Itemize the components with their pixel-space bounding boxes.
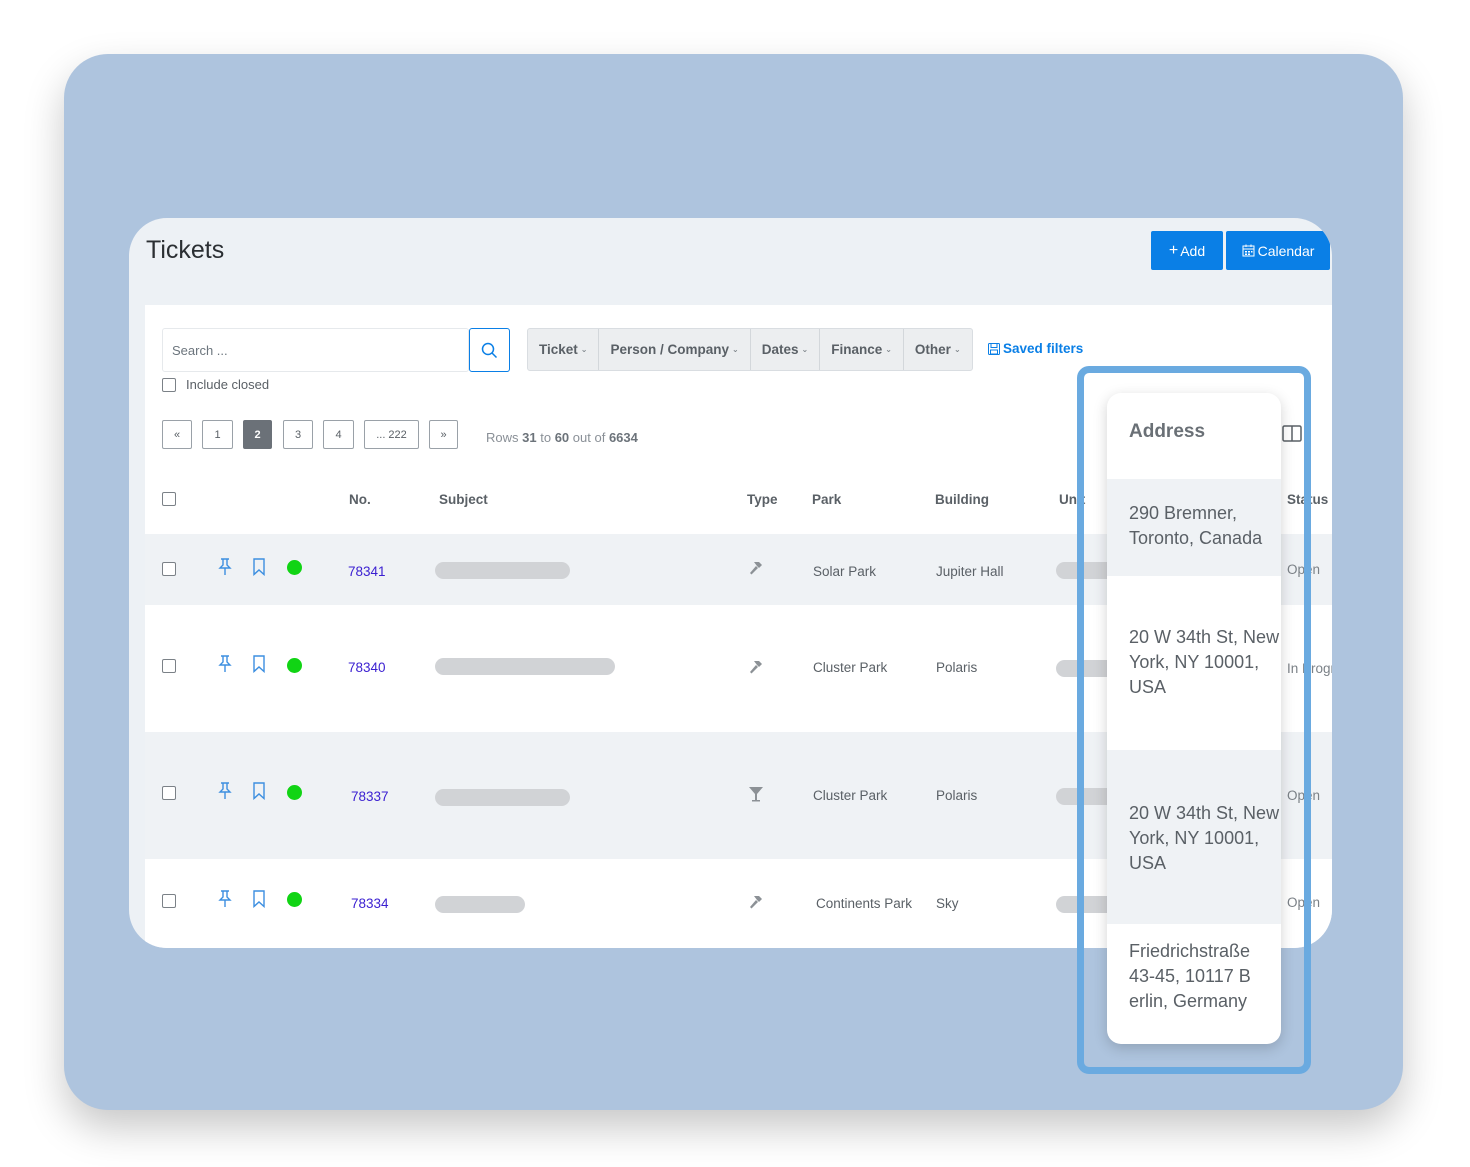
saved-filters-link[interactable]: Saved filters <box>988 341 1083 356</box>
filter-label: Other <box>914 342 951 357</box>
save-icon <box>988 342 1000 355</box>
rows-info-to-word: to <box>540 430 552 445</box>
subject-placeholder <box>435 896 525 913</box>
filter-person-company[interactable]: Person / Company ⌄ <box>599 329 751 370</box>
park-cell: Continents Park <box>816 896 913 911</box>
rows-info-outof-word: out of <box>572 430 606 445</box>
ticket-number-link[interactable]: 78340 <box>348 660 386 675</box>
row-checkbox[interactable] <box>162 562 176 576</box>
hammer-icon <box>750 661 762 674</box>
ticket-number-link[interactable]: 78341 <box>348 564 386 579</box>
saved-filters-label: Saved filters <box>1003 341 1084 356</box>
building-cell: Polaris <box>936 788 978 803</box>
address-cell: 20 W 34th St, New York, NY 10001, USA <box>1129 627 1280 697</box>
bookmark-icon[interactable] <box>252 655 266 673</box>
chevron-down-icon: ⌄ <box>885 345 892 354</box>
subject-placeholder <box>435 658 615 675</box>
calendar-icon <box>1242 244 1255 257</box>
status-dot <box>287 892 302 907</box>
bookmark-icon[interactable] <box>252 890 266 908</box>
pagination-next[interactable]: » <box>429 420 458 449</box>
pin-icon[interactable] <box>218 558 232 576</box>
building-cell: Jupiter Hall <box>936 564 1004 579</box>
filter-bar: Ticket ⌄ Person / Company ⌄ Dates ⌄ Finance… <box>527 328 973 371</box>
include-closed: Include closed <box>162 377 269 392</box>
filter-label: Person / Company <box>610 342 730 357</box>
rows-info-from: 31 <box>522 430 537 445</box>
pin-icon[interactable] <box>218 655 232 673</box>
chevron-down-icon: ⌄ <box>732 345 739 354</box>
status-dot <box>287 785 302 800</box>
page-title: Tickets <box>146 236 225 264</box>
chevron-down-icon: ⌄ <box>801 345 809 354</box>
row-checkbox[interactable] <box>162 659 176 673</box>
hammer-icon <box>750 896 762 909</box>
filter-label: Dates <box>761 342 799 357</box>
column-header-no[interactable]: No. <box>349 492 371 507</box>
calendar-button[interactable]: Calendar <box>1226 231 1330 270</box>
address-column-header: Address <box>1129 421 1206 442</box>
column-header-building[interactable]: Building <box>935 492 989 507</box>
filter-label: Finance <box>831 342 883 357</box>
bookmark-icon[interactable] <box>252 782 266 800</box>
column-header-subject[interactable]: Subject <box>439 492 488 507</box>
search-button[interactable] <box>469 328 510 372</box>
rows-info-total: 6634 <box>608 430 638 445</box>
include-closed-label: Include closed <box>186 377 270 392</box>
rows-info: Rows 31 to 60 out of 6634 <box>486 430 638 445</box>
pagination-page-3[interactable]: 3 <box>283 420 313 449</box>
add-button[interactable]: + Add <box>1151 231 1223 270</box>
rows-info-prefix: Rows <box>486 430 519 445</box>
hammer-icon <box>750 562 762 575</box>
park-cell: Cluster Park <box>813 660 888 675</box>
plus-icon: + <box>1168 241 1179 259</box>
building-cell: Sky <box>936 896 959 911</box>
search-icon <box>481 342 498 358</box>
filter-dates[interactable]: Dates ⌄ <box>751 329 821 370</box>
pagination-prev[interactable]: « <box>162 420 192 449</box>
search-field-wrapper <box>162 328 469 372</box>
row-checkbox[interactable] <box>162 786 176 800</box>
search-input[interactable] <box>163 329 468 371</box>
rows-info-to: 60 <box>554 430 570 445</box>
filter-other[interactable]: Other ⌄ <box>904 329 972 370</box>
pin-icon[interactable] <box>218 890 232 908</box>
column-header-type[interactable]: Type <box>747 492 778 507</box>
ticket-number-link[interactable]: 78334 <box>351 896 389 911</box>
pagination-page-4[interactable]: 4 <box>323 420 354 449</box>
address-cell: 290 Bremner, Toronto, Canada <box>1107 479 1281 576</box>
status-dot <box>287 560 302 575</box>
filter-label: Ticket <box>539 342 578 357</box>
column-header-park[interactable]: Park <box>812 492 841 507</box>
include-closed-checkbox[interactable] <box>162 377 176 392</box>
select-all-checkbox[interactable] <box>162 492 176 506</box>
subject-placeholder <box>435 789 570 806</box>
row-checkbox[interactable] <box>162 894 176 908</box>
pagination-page-last[interactable]: ... 222 <box>364 420 419 449</box>
address-cell: 20 W 34th St, New York, NY 10001, USA <box>1107 750 1281 924</box>
add-button-label: Add <box>1180 242 1206 259</box>
park-cell: Cluster Park <box>813 788 888 803</box>
building-cell: Polaris <box>936 660 978 675</box>
subject-placeholder <box>435 562 570 579</box>
ticket-number-link[interactable]: 78337 <box>351 789 389 804</box>
chevron-down-icon: ⌄ <box>953 345 961 354</box>
calendar-button-label: Calendar <box>1257 242 1315 259</box>
pin-icon[interactable] <box>218 782 232 800</box>
bookmark-icon[interactable] <box>252 558 266 576</box>
cocktail-icon <box>749 787 763 802</box>
pagination-page-1[interactable]: 1 <box>202 420 233 449</box>
filter-ticket[interactable]: Ticket ⌄ <box>528 329 600 370</box>
status-dot <box>287 658 302 673</box>
address-column-popup: Address 290 Bremner, Toronto, Canada 20 … <box>1107 393 1281 1044</box>
filter-finance[interactable]: Finance ⌄ <box>820 329 904 370</box>
chevron-down-icon: ⌄ <box>580 345 588 354</box>
park-cell: Solar Park <box>813 564 877 579</box>
pagination-page-2[interactable]: 2 <box>243 420 272 449</box>
address-cell: Friedrichstraße 43-45, 10117 Berlin, Ger… <box>1129 941 1251 1011</box>
